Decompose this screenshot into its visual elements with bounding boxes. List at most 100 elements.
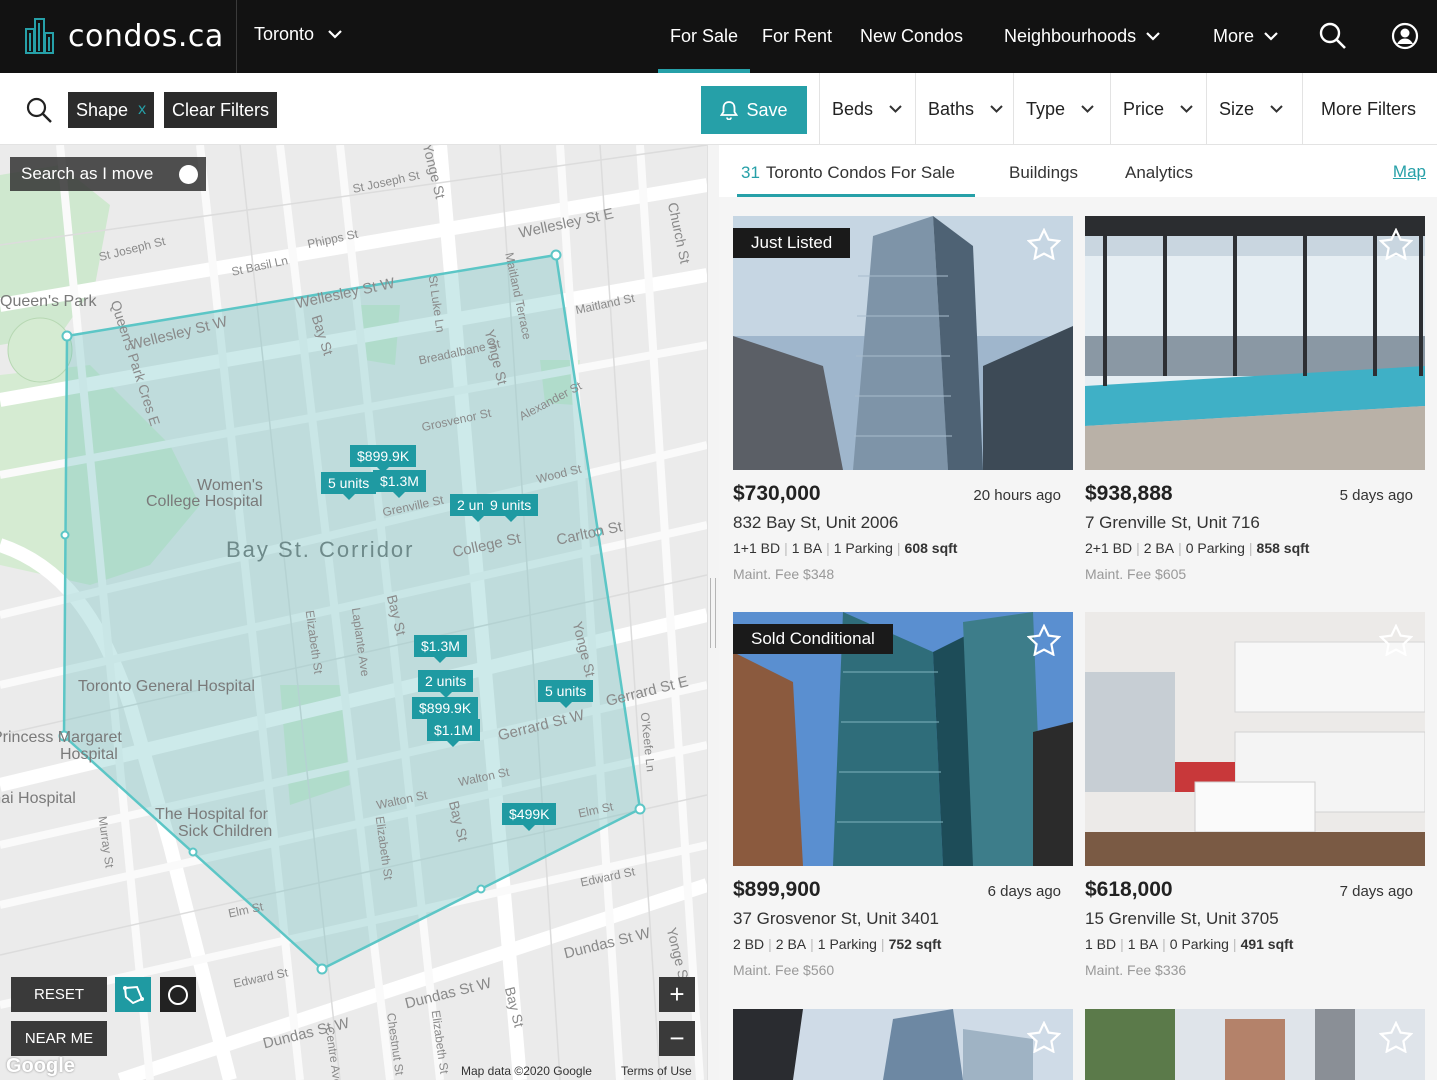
kitchen-photo — [1085, 612, 1425, 866]
search-icon[interactable] — [1319, 22, 1347, 50]
nav-new-condos[interactable]: New Condos — [860, 26, 963, 47]
listing-badge: Sold Conditional — [733, 624, 893, 654]
google-logo: Google — [6, 1055, 75, 1077]
price-marker[interactable]: $1.3M — [414, 635, 467, 663]
zoom-out-button[interactable]: − — [659, 1021, 695, 1056]
price-marker[interactable]: $899.9K — [412, 697, 479, 725]
listing-maint-fee: Maint. Fee $605 — [1085, 566, 1187, 582]
listing-card[interactable] — [733, 1009, 1073, 1080]
listing-maint-fee: Maint. Fee $348 — [733, 566, 835, 582]
terms-link[interactable]: Terms of Use — [621, 1064, 692, 1078]
place-label: Hospital — [60, 746, 118, 763]
nav-neighbourhoods[interactable]: Neighbourhoods — [1004, 26, 1160, 47]
near-me-button[interactable]: NEAR ME — [11, 1021, 107, 1056]
cluster-marker[interactable]: 5 units — [321, 472, 377, 500]
nav-divider — [236, 0, 237, 73]
reset-button[interactable]: RESET — [11, 977, 107, 1012]
listing-card[interactable] — [1085, 1009, 1425, 1080]
place-label: Princess Margaret — [0, 729, 122, 746]
cluster-marker[interactable]: 2 units — [418, 670, 474, 698]
place-label: College Hospital — [146, 493, 263, 510]
listing-card[interactable]: $938,888 5 days ago 7 Grenville St, Unit… — [1085, 216, 1425, 596]
beds-dropdown[interactable]: Beds — [819, 73, 915, 145]
listing-card[interactable]: $618,000 7 days ago 15 Grenville St, Uni… — [1085, 612, 1425, 992]
price-marker[interactable]: $899.9K — [350, 445, 417, 473]
remove-chip-icon[interactable]: x — [138, 101, 146, 119]
map-link[interactable]: Map — [1393, 162, 1426, 182]
tab-active-indicator — [737, 194, 975, 197]
listings-panel: 31 Toronto Condos For Sale Buildings Anal… — [719, 145, 1437, 1080]
listing-specs: 2 BD | 2 BA | 1 Parking | 752 sqft — [733, 936, 942, 952]
tab-analytics[interactable]: Analytics — [1125, 163, 1193, 183]
listing-specs: 1+1 BD | 1 BA | 1 Parking | 608 sqft — [733, 540, 958, 556]
listing-specs: 1 BD | 1 BA | 0 Parking | 491 sqft — [1085, 936, 1294, 952]
listing-photo[interactable]: Just Listed — [733, 216, 1073, 470]
search-icon[interactable] — [26, 97, 52, 123]
cluster-marker[interactable]: 5 units — [538, 680, 594, 708]
favorite-star-icon[interactable] — [1027, 228, 1061, 260]
listing-card[interactable]: Sold Conditional $899,900 6 days ago 37 … — [733, 612, 1073, 992]
clear-filters-button[interactable]: Clear Filters — [164, 92, 278, 128]
map-view[interactable]: Queen's Park Women's College Hospital To… — [0, 145, 707, 1080]
zoom-in-button[interactable]: + — [659, 977, 695, 1012]
chevron-down-icon — [328, 30, 342, 39]
listing-address[interactable]: 37 Grosvenor St, Unit 3401 — [733, 909, 939, 929]
city-selector[interactable]: Toronto — [254, 24, 342, 45]
pool-photo — [1085, 216, 1425, 470]
tab-buildings[interactable]: Buildings — [1009, 163, 1078, 183]
logo[interactable]: condos.ca — [24, 16, 224, 56]
save-search-button[interactable]: Save — [701, 86, 807, 134]
building-photo — [1085, 1009, 1425, 1080]
listing-address[interactable]: 832 Bay St, Unit 2006 — [733, 513, 898, 533]
tab-for-sale[interactable]: 31 Toronto Condos For Sale — [741, 163, 955, 183]
draw-shape-button[interactable] — [115, 977, 151, 1012]
listing-address[interactable]: 15 Grenville St, Unit 3705 — [1085, 909, 1279, 929]
top-navigation: condos.ca Toronto For Sale For Rent New … — [0, 0, 1437, 73]
building-logo-icon — [25, 18, 54, 54]
resize-handle[interactable] — [710, 578, 716, 648]
listing-price: $938,888 — [1085, 482, 1173, 505]
favorite-star-icon[interactable] — [1379, 228, 1413, 260]
price-dropdown[interactable]: Price — [1110, 73, 1206, 145]
price-marker[interactable]: $1.1M — [427, 719, 480, 747]
nav-for-sale[interactable]: For Sale — [670, 26, 738, 47]
price-marker[interactable]: $499K — [502, 803, 557, 831]
baths-dropdown[interactable]: Baths — [915, 73, 1013, 145]
draw-circle-button[interactable] — [160, 977, 196, 1012]
size-dropdown[interactable]: Size — [1206, 73, 1302, 145]
circle-draw-icon — [168, 984, 188, 1005]
search-as-i-move-toggle[interactable]: Search as I move — [10, 157, 206, 191]
place-label: Queen's Park — [0, 293, 97, 310]
type-dropdown[interactable]: Type — [1013, 73, 1110, 145]
favorite-star-icon[interactable] — [1379, 1021, 1413, 1053]
price-marker[interactable]: $1.3M — [373, 470, 426, 498]
listing-photo[interactable] — [1085, 216, 1425, 470]
favorite-star-icon[interactable] — [1379, 624, 1413, 656]
listing-posted: 20 hours ago — [973, 487, 1061, 504]
user-account-icon[interactable] — [1391, 22, 1419, 50]
listing-maint-fee: Maint. Fee $560 — [733, 962, 835, 978]
listing-card[interactable]: Just Listed $730,000 20 hours ago 832 Ba… — [733, 216, 1073, 596]
favorite-star-icon[interactable] — [1027, 624, 1061, 656]
listing-photo[interactable] — [733, 1009, 1073, 1080]
favorite-star-icon[interactable] — [1027, 1021, 1061, 1053]
listing-posted: 5 days ago — [1339, 487, 1413, 504]
shape-filter-chip[interactable]: Shape x — [68, 92, 155, 128]
filter-bar: Shape x Clear Filters Save Beds Baths Typ… — [0, 73, 1437, 145]
nav-for-rent[interactable]: For Rent — [762, 26, 832, 47]
nav-more[interactable]: More — [1213, 26, 1278, 47]
logo-text: condos.ca — [68, 18, 224, 54]
cluster-marker[interactable]: 9 units — [483, 494, 539, 522]
chevron-down-icon — [889, 105, 902, 113]
map-attribution: Map data ©2020 Google — [461, 1064, 592, 1078]
place-label: Toronto General Hospital — [78, 678, 255, 695]
listing-photo[interactable]: Sold Conditional — [733, 612, 1073, 866]
listing-photo[interactable] — [1085, 1009, 1425, 1080]
chevron-down-icon — [1264, 32, 1278, 41]
listing-address[interactable]: 7 Grenville St, Unit 716 — [1085, 513, 1260, 533]
chevron-down-icon — [1180, 105, 1193, 113]
listing-photo[interactable] — [1085, 612, 1425, 866]
more-filters-button[interactable]: More Filters — [1302, 73, 1437, 145]
place-label: Sinai Hospital — [0, 790, 76, 807]
bell-icon — [720, 101, 739, 120]
